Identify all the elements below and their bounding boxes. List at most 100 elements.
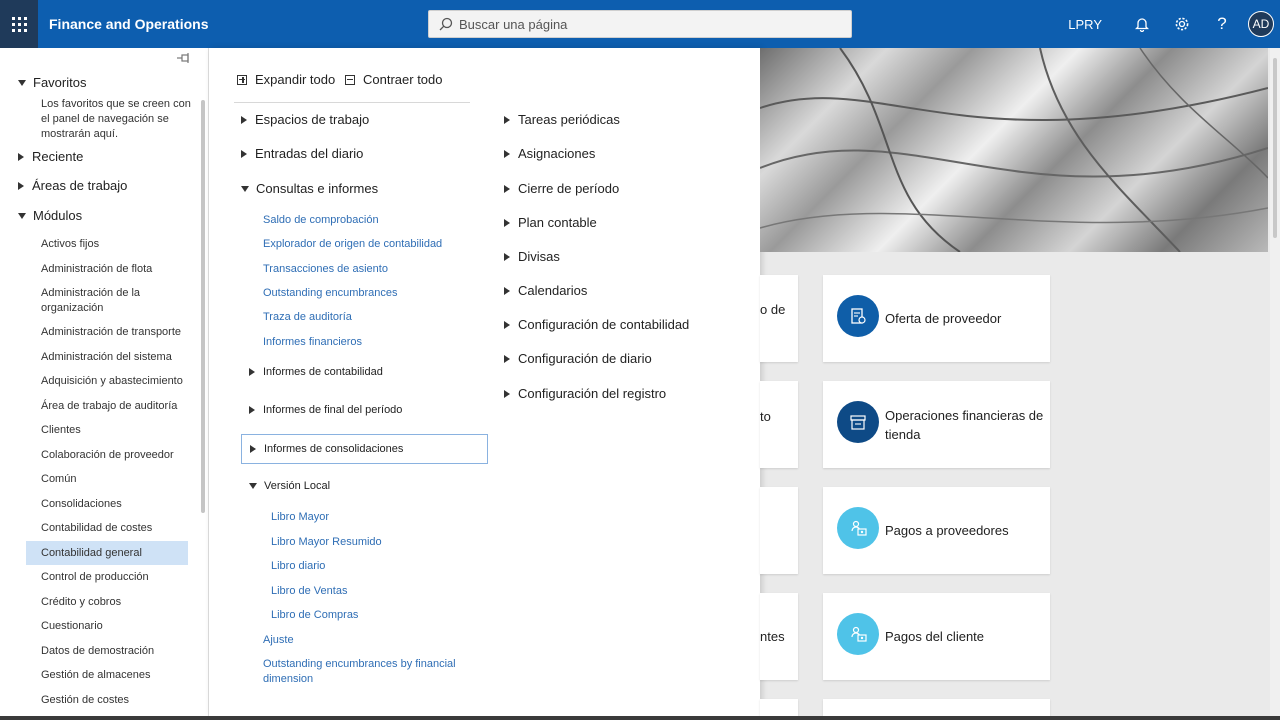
waffle-icon [11,16,27,32]
page-scrollbar[interactable] [1270,48,1280,716]
group-label: Consultas e informes [256,181,379,196]
tile-label: Oferta de proveedor [885,311,1002,326]
menu-link[interactable]: Ajuste [263,633,294,648]
menu-link[interactable]: Saldo de comprobación [263,213,379,228]
module-item[interactable]: Crédito y cobros [26,590,188,615]
module-item[interactable]: Adquisición y abastecimiento [26,369,188,394]
group-calendars[interactable]: Calendarios [504,283,587,298]
menu-link[interactable]: Libro Mayor [271,510,329,525]
hero-banner-image [760,48,1268,252]
module-item[interactable]: Control de producción [26,565,188,590]
group-journal-setup[interactable]: Configuración de diario [504,351,652,366]
group-label: Configuración de contabilidad [518,317,690,332]
module-item[interactable]: Gestión de almacenes [26,663,188,688]
module-item-selected[interactable]: Contabilidad general [26,540,188,565]
collapsed-icon [241,115,247,124]
settings-button[interactable] [1162,0,1202,48]
search-input[interactable] [459,16,839,32]
tile-partial[interactable]: to [760,381,798,468]
collapsed-icon [504,184,510,193]
nav-favorites[interactable]: Favoritos [18,75,86,90]
pin-icon[interactable] [176,52,190,64]
group-label: Cierre de período [518,181,620,196]
tile-vendor-payments[interactable]: Pagos a proveedores [823,487,1050,574]
nav-favorites-label: Favoritos [33,75,87,90]
collapsed-icon [504,252,510,261]
top-bar: Finance and Operations LPRY ? AD [0,0,1280,48]
subgroup-ledger-reports[interactable]: Informes de contabilidad [249,366,383,378]
menu-link[interactable]: Libro diario [271,559,325,574]
menu-link[interactable]: Transacciones de asiento [263,262,388,277]
expanded-icon [18,79,26,86]
tile-label: Pagos a proveedores [885,523,1009,538]
expand-all-button[interactable]: Expandir todo [237,72,335,87]
group-journals[interactable]: Entradas del diario [241,146,363,161]
nav-scrollbar[interactable] [201,100,205,513]
module-item[interactable]: Gestión de costes [26,688,188,713]
menu-link[interactable]: Libro Mayor Resumido [271,535,382,550]
help-icon: ? [1217,14,1227,33]
menu-link[interactable]: Libro de Compras [271,608,358,623]
module-item[interactable]: Colaboración de proveedor [26,443,188,468]
group-period-close[interactable]: Cierre de período [504,181,619,196]
group-currencies[interactable]: Divisas [504,249,560,264]
tile-partial-label: to [760,409,771,424]
module-flyout: Expandir todo Contraer todo Espacios de … [209,48,760,716]
tile-partial[interactable]: ntes [760,593,798,680]
collapse-all-button[interactable]: Contraer todo [345,72,443,87]
module-item[interactable]: Administración del sistema [26,345,188,370]
subgroup-local-version[interactable]: Versión Local [249,480,330,492]
group-periodic-tasks[interactable]: Tareas periódicas [504,112,620,127]
tile-partial[interactable]: o de [760,275,798,362]
menu-link[interactable]: Explorador de origen de contabilidad [263,237,442,252]
vendor-quote-icon [837,295,879,337]
group-chart-of-accounts[interactable]: Plan contable [504,215,597,230]
app-title[interactable]: Finance and Operations [49,16,269,32]
subgroup-period-end-reports[interactable]: Informes de final del período [249,404,402,416]
group-label: Espacios de trabajo [255,112,370,127]
company-picker[interactable]: LPRY [1068,17,1102,32]
group-workspaces[interactable]: Espacios de trabajo [241,112,369,127]
subgroup-consolidation-reports[interactable]: Informes de consolidaciones [241,434,488,464]
module-item[interactable]: Administración de la organización [26,281,188,320]
menu-link[interactable]: Outstanding encumbrances by financial di… [263,657,463,687]
notifications-button[interactable] [1122,0,1162,48]
module-item[interactable]: Contabilidad de costes [26,516,188,541]
module-item[interactable]: Clientes [26,418,188,443]
tile-partial[interactable] [760,487,798,574]
nav-recent[interactable]: Reciente [18,149,83,164]
nav-modules[interactable]: Módulos [18,208,82,223]
menu-link[interactable]: Libro de Ventas [271,584,347,599]
favorites-note: Los favoritos que se creen con el panel … [41,98,191,140]
group-inquiries[interactable]: Consultas e informes [241,181,378,196]
menu-link[interactable]: Outstanding encumbrances [263,286,398,301]
group-allocations[interactable]: Asignaciones [504,146,595,161]
collapsed-icon [504,354,510,363]
help-button[interactable]: ? [1202,0,1242,48]
module-item[interactable]: Área de trabajo de auditoría [26,394,188,419]
module-item[interactable]: Activos fijos [26,232,188,257]
module-item[interactable]: Común [26,467,188,492]
collapsed-icon [504,115,510,124]
avatar[interactable]: AD [1248,11,1274,37]
collapsed-icon [250,445,256,453]
module-item[interactable]: Datos de demostración [26,639,188,664]
group-register-setup[interactable]: Configuración del registro [504,386,666,401]
nav-workspaces[interactable]: Áreas de trabajo [18,178,127,193]
search-box[interactable] [428,10,852,38]
tile-store-finance[interactable]: Operaciones financieras de tienda [823,381,1050,468]
navigation-pane: Favoritos Los favoritos que se creen con… [0,48,209,716]
group-ledger-setup[interactable]: Configuración de contabilidad [504,317,689,332]
module-item[interactable]: Cuestionario [26,614,188,639]
tile-vendor-quote[interactable]: Oferta de proveedor [823,275,1050,362]
app-launcher-button[interactable] [0,0,38,48]
module-item[interactable]: Consolidaciones [26,492,188,517]
expanded-icon [18,212,26,219]
bottom-edge [0,716,1280,720]
subgroup-label: Versión Local [264,480,331,492]
menu-link[interactable]: Traza de auditoría [263,310,352,325]
module-item[interactable]: Administración de flota [26,257,188,282]
menu-link[interactable]: Informes financieros [263,335,362,350]
module-item[interactable]: Administración de transporte [26,320,188,345]
tile-customer-payments[interactable]: Pagos del cliente [823,593,1050,680]
